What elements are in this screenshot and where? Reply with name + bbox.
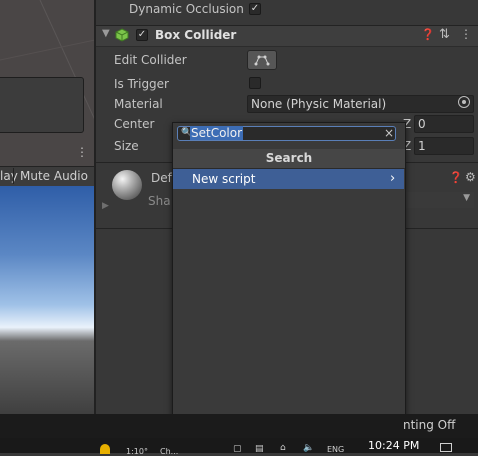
scene-object[interactable] [0, 77, 84, 133]
display-tab[interactable]: lay [0, 169, 18, 183]
gear-icon[interactable]: ⚙ [465, 170, 476, 184]
kebab-menu-icon[interactable]: ⋮ [76, 145, 88, 159]
search-header: Search [173, 149, 405, 169]
material-field[interactable]: None (Physic Material) [247, 95, 474, 113]
kebab-menu-icon[interactable]: ⋮ [460, 27, 472, 41]
size-z-field[interactable]: 1 [414, 137, 474, 155]
volume-icon[interactable]: 🔈 [303, 443, 314, 453]
foldout-arrow-icon[interactable]: ▼ [102, 28, 110, 39]
material-preview-sphere [112, 170, 142, 200]
material-label: Material [114, 97, 163, 111]
box-collider-icon [115, 28, 129, 42]
dynamic-occlusion-checkbox[interactable]: ✓ [249, 3, 261, 15]
material-value: None (Physic Material) [251, 97, 387, 111]
dropdown-arrow-icon: ▼ [463, 193, 470, 203]
clock-time[interactable]: 10:24 PM [368, 439, 419, 452]
is-trigger-checkbox[interactable] [249, 77, 261, 89]
help-icon[interactable]: ❓ [449, 171, 463, 184]
taskbar: 1:10° Ch... ▢ ▤ ⌂ 🔈 ENG 10:24 PM [0, 438, 478, 456]
notification-icon[interactable] [440, 443, 452, 452]
size-z-value: 1 [418, 139, 426, 153]
toolbar-divider [13, 168, 14, 184]
mute-audio-button[interactable]: Mute Audio [20, 169, 88, 183]
size-label: Size [114, 139, 139, 153]
submenu-arrow-icon: › [390, 171, 396, 186]
object-picker-icon[interactable] [458, 96, 470, 108]
game-view[interactable] [0, 186, 95, 414]
dynamic-occlusion-label: Dynamic Occlusion [129, 2, 244, 16]
weather-temp: 1:10° [126, 447, 148, 456]
center-z-field[interactable]: 0 [414, 115, 474, 133]
search-input-value: SetColor [190, 126, 244, 140]
lighting-status[interactable]: nting Off [403, 418, 455, 432]
edit-collider-label: Edit Collider [114, 53, 187, 67]
edit-collider-button[interactable] [247, 50, 277, 70]
expand-arrow-icon[interactable]: ▶ [102, 201, 109, 211]
shader-label: Sha [148, 194, 171, 208]
new-script-label: New script [192, 172, 256, 186]
material-name: Def [151, 171, 172, 185]
network-icon[interactable]: ⌂ [280, 443, 286, 453]
weather-desc: Ch... [160, 447, 179, 456]
is-trigger-label: Is Trigger [114, 77, 169, 91]
edit-collider-icon [254, 55, 270, 66]
new-script-item[interactable]: New script › [173, 169, 404, 189]
box-collider-title: Box Collider [155, 28, 237, 42]
help-icon[interactable]: ❓ [421, 28, 435, 41]
scene-view[interactable] [0, 0, 95, 166]
box-collider-enabled-checkbox[interactable]: ✓ [136, 29, 148, 41]
center-z-value: 0 [418, 117, 426, 131]
clear-search-icon[interactable]: × [384, 126, 394, 140]
preset-icon[interactable]: ⇅ [439, 27, 450, 42]
center-label: Center [114, 117, 155, 131]
game-view-toolbar: lay Mute Audio [0, 166, 95, 187]
shader-dropdown[interactable]: ▼ [404, 192, 474, 208]
status-bar: nting Off [0, 414, 478, 438]
